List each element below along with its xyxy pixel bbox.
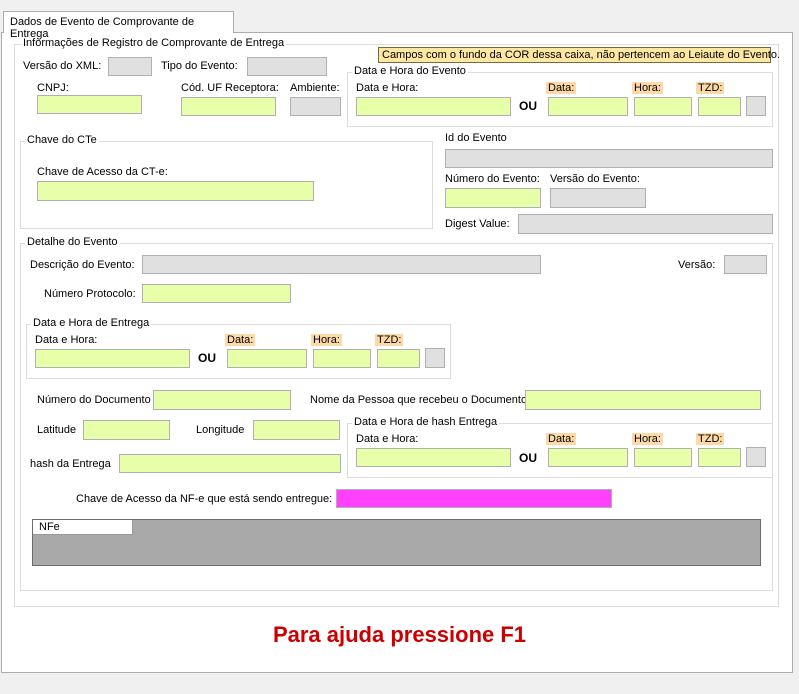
hash-tzd-label: TZD: (696, 433, 725, 445)
nome-pessoa-field[interactable] (525, 390, 761, 410)
tab-dados-evento[interactable]: Dados de Evento de Comprovante de Entreg… (3, 11, 234, 40)
entrega-data-hora-label: Data e Hora: (35, 334, 98, 346)
entrega-tzd-button[interactable] (425, 348, 445, 368)
tipo-evento-field[interactable] (247, 57, 327, 76)
entrega-tzd-label: TZD: (375, 334, 404, 346)
numero-documento-field[interactable] (153, 390, 291, 410)
hash-data-label: Data: (546, 433, 577, 445)
registro-group-title: Informações de Registro de Comprovante d… (21, 37, 287, 49)
hash-entrega-field[interactable] (119, 454, 341, 473)
hash-tzd-button[interactable] (746, 447, 766, 467)
entrega-tzd-field[interactable] (377, 349, 420, 368)
evento-ou-label: OU (519, 99, 537, 113)
longitude-label: Longitude (196, 424, 245, 436)
protocolo-label: Número Protocolo: (44, 288, 136, 300)
cod-uf-field[interactable] (181, 97, 276, 116)
digest-value-label: Digest Value: (445, 218, 510, 230)
versao-label: Versão: (678, 259, 716, 271)
chave-cte-title: Chave do CTe (25, 134, 99, 146)
hash-entrega-label: hash da Entrega (30, 458, 111, 470)
versao-xml-label: Versão do XML: (23, 60, 102, 72)
cnpj-label: CNPJ: (37, 82, 69, 94)
evento-hora-label: Hora: (632, 82, 663, 94)
evento-tzd-field[interactable] (698, 97, 741, 116)
chave-nfe-label: Chave de Acesso da NF-e que está sendo e… (76, 493, 333, 505)
nfe-tab-area: NFe (32, 519, 761, 566)
chave-nfe-field[interactable] (336, 489, 612, 508)
longitude-field[interactable] (253, 420, 340, 440)
hash-ou-label: OU (519, 451, 537, 465)
ambiente-label: Ambiente: (290, 82, 340, 94)
nome-pessoa-label: Nome da Pessoa que recebeu o Documento (310, 394, 528, 406)
tipo-evento-label: Tipo do Evento: (161, 60, 238, 72)
id-evento-field[interactable] (445, 149, 773, 168)
entrega-data-field[interactable] (227, 349, 307, 368)
cnpj-field[interactable] (37, 95, 142, 114)
entrega-hora-label: Hora: (311, 334, 342, 346)
entrega-hora-field[interactable] (313, 349, 371, 368)
data-hora-entrega-title: Data e Hora de Entrega (31, 317, 152, 329)
versao-evento-label: Versão do Evento: (550, 173, 640, 185)
chave-cte-field[interactable] (37, 181, 314, 201)
latitude-label: Latitude (37, 424, 77, 436)
evento-data-label: Data: (546, 82, 577, 94)
ambiente-field[interactable] (290, 97, 341, 116)
numero-documento-label: Número do Documento (37, 394, 151, 406)
hash-data-hora-field[interactable] (356, 448, 511, 467)
legend-note: Campos com o fundo da COR dessa caixa, n… (378, 47, 780, 63)
descricao-evento-label: Descrição do Evento: (30, 259, 135, 271)
data-hora-evento-title: Data e Hora do Evento (352, 65, 468, 77)
id-evento-label: Id do Evento (445, 132, 507, 144)
help-text: Para ajuda pressione F1 (272, 622, 527, 647)
numero-evento-field[interactable] (445, 188, 541, 208)
entrega-data-label: Data: (225, 334, 256, 346)
entrega-ou-label: OU (198, 351, 216, 365)
evento-tzd-button[interactable] (746, 96, 766, 116)
versao-field[interactable] (724, 255, 767, 274)
protocolo-field[interactable] (142, 284, 291, 303)
detalhe-evento-title: Detalhe do Evento (25, 236, 120, 248)
digest-value-field[interactable] (518, 214, 773, 234)
evento-data-hora-label: Data e Hora: (356, 82, 419, 94)
descricao-evento-field[interactable] (142, 255, 541, 274)
hash-hora-field[interactable] (634, 448, 692, 467)
hash-data-hora-label: Data e Hora: (356, 433, 419, 445)
entrega-data-hora-field[interactable] (35, 349, 190, 368)
hash-hora-label: Hora: (632, 433, 663, 445)
evento-data-field[interactable] (548, 97, 628, 116)
evento-tzd-label: TZD: (696, 82, 725, 94)
versao-evento-field[interactable] (550, 188, 646, 208)
chave-cte-label: Chave de Acesso da CT-e: (37, 166, 168, 178)
evento-data-hora-field[interactable] (356, 97, 511, 116)
versao-xml-field[interactable] (108, 57, 152, 76)
numero-evento-label: Número do Evento: (445, 173, 540, 185)
latitude-field[interactable] (83, 420, 170, 440)
nfe-tab-label: NFe (39, 521, 60, 533)
data-hora-hash-title: Data e Hora de hash Entrega (352, 416, 500, 428)
evento-hora-field[interactable] (634, 97, 692, 116)
nfe-tab[interactable]: NFe (33, 520, 133, 535)
cod-uf-label: Cód. UF Receptora: (181, 82, 279, 94)
hash-data-field[interactable] (548, 448, 628, 467)
hash-tzd-field[interactable] (698, 448, 741, 467)
